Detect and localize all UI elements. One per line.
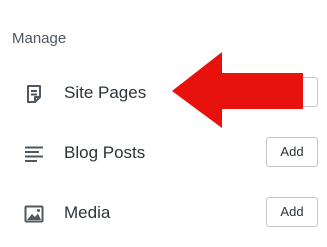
section-title: Manage (12, 30, 67, 47)
page-icon (24, 84, 44, 104)
arrow-icon (172, 52, 303, 128)
posts-icon (24, 144, 44, 164)
red-arrow-annotation (172, 52, 303, 128)
add-media-button[interactable]: Add (266, 197, 318, 227)
media-icon (24, 204, 44, 224)
add-blog-post-button[interactable]: Add (266, 137, 318, 167)
sidebar-item-label: Site Pages (64, 83, 147, 102)
sidebar-item-label: Media (64, 203, 111, 222)
sidebar-item-blog-posts[interactable]: Blog Posts Add (0, 134, 327, 174)
sidebar-item-media[interactable]: Media Add (0, 194, 327, 234)
sidebar-item-label: Blog Posts (64, 143, 146, 162)
